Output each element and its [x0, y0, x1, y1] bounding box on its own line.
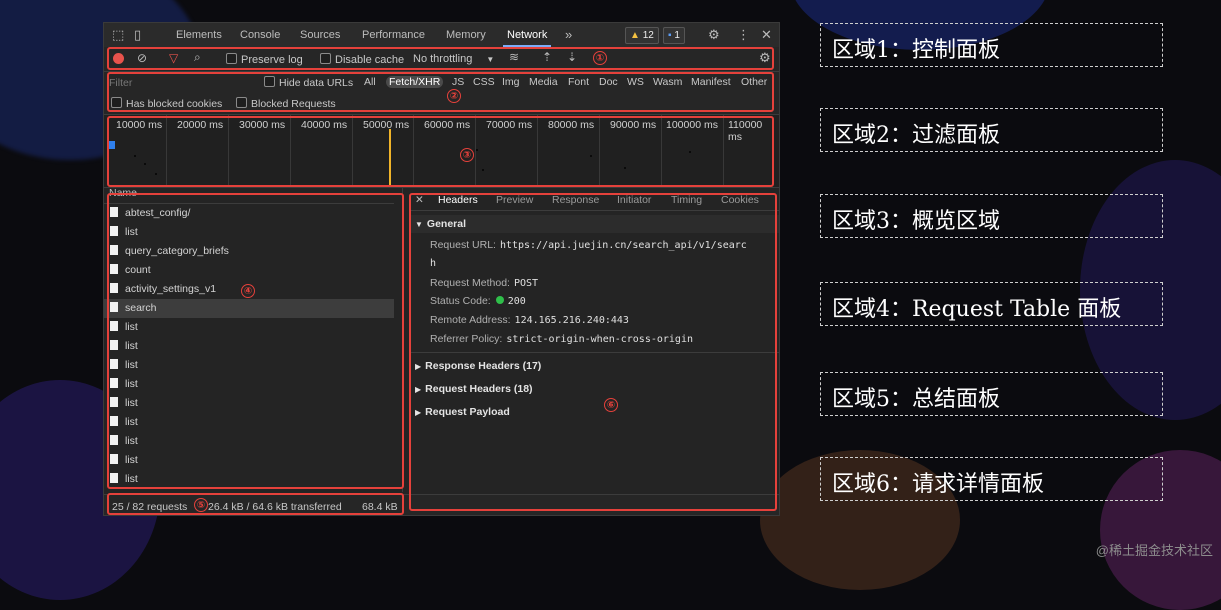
- tab-network[interactable]: Network: [502, 29, 552, 47]
- messages-count: 1: [674, 30, 680, 41]
- region-3-marker: ③: [460, 148, 474, 162]
- inspect-element-icon[interactable]: ⬚: [112, 27, 124, 43]
- region-6-highlight: [409, 193, 777, 511]
- watermark: @稀土掘金技术社区: [1095, 543, 1213, 558]
- more-tabs-icon[interactable]: »: [565, 27, 572, 42]
- region-2-highlight: [107, 72, 774, 112]
- settings-gear-icon[interactable]: ⚙: [708, 27, 720, 43]
- region-1-marker: ①: [593, 51, 607, 65]
- region-6-marker: ⑥: [604, 398, 618, 412]
- region-4-highlight: [107, 193, 404, 489]
- legend-region-3: 区域3：概览区域: [820, 194, 1163, 238]
- devtools-window: ⬚ ▯ Elements Console Sources Performance…: [103, 22, 780, 516]
- legend-region-2: 区域2：过滤面板: [820, 108, 1163, 152]
- devtools-tab-bar: ⬚ ▯ Elements Console Sources Performance…: [104, 23, 779, 48]
- tab-memory[interactable]: Memory: [446, 29, 486, 41]
- device-toolbar-icon[interactable]: ▯: [134, 27, 141, 43]
- warning-icon: ▲: [630, 30, 640, 41]
- warnings-count: 12: [642, 30, 654, 41]
- tab-sources[interactable]: Sources: [300, 29, 340, 41]
- more-options-icon[interactable]: ⋮: [737, 27, 750, 43]
- region-4-marker: ④: [241, 284, 255, 298]
- warnings-badge[interactable]: ▲ 12: [625, 27, 659, 44]
- legend-region-4: 区域4：Request Table 面板: [820, 282, 1163, 326]
- region-1-highlight: [107, 47, 774, 70]
- tab-console[interactable]: Console: [240, 29, 280, 41]
- close-devtools-icon[interactable]: ✕: [761, 27, 772, 43]
- legend-region-1: 区域1：控制面板: [820, 23, 1163, 67]
- tab-elements[interactable]: Elements: [176, 29, 222, 41]
- legend-region-6: 区域6：请求详情面板: [820, 457, 1163, 501]
- messages-badge[interactable]: ▪ 1: [663, 27, 685, 44]
- region-3-highlight: [107, 116, 774, 187]
- region-5-highlight: [107, 493, 404, 515]
- tab-performance[interactable]: Performance: [362, 29, 425, 41]
- region-2-marker: ②: [447, 89, 461, 103]
- legend-region-5: 区域5：总结面板: [820, 372, 1163, 416]
- message-icon: ▪: [668, 30, 672, 41]
- region-5-marker: ⑤: [194, 498, 208, 512]
